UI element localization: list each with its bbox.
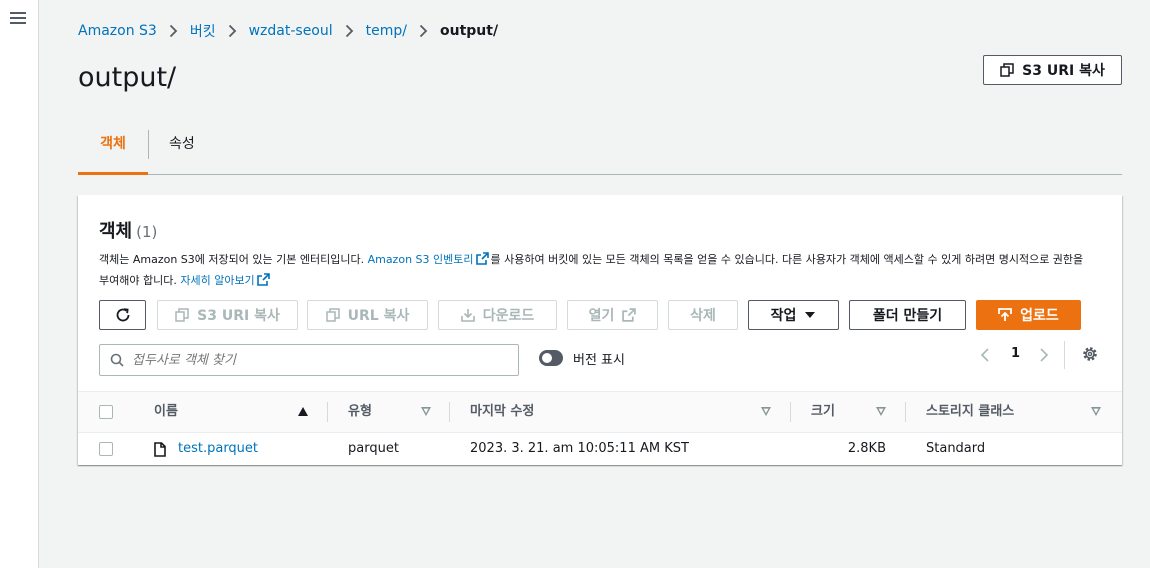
download-button[interactable]: 다운로드 xyxy=(438,300,557,330)
show-versions-label: 버전 표시 xyxy=(573,353,625,368)
column-header-storage-class[interactable]: 스토리지 클래스 xyxy=(926,392,1014,432)
column-header-name[interactable]: 이름 xyxy=(154,392,178,432)
show-versions-toggle[interactable] xyxy=(539,350,563,366)
object-storage-class-cell: Standard xyxy=(926,441,986,456)
download-label: 다운로드 xyxy=(482,308,535,324)
inventory-link[interactable]: Amazon S3 인벤토리 xyxy=(368,253,474,266)
delete-label: 삭제 xyxy=(690,308,716,324)
tab-properties[interactable]: 속성 xyxy=(169,128,195,174)
tab-divider xyxy=(148,130,149,159)
copy-url-button[interactable]: URL 복사 xyxy=(307,300,428,330)
chevron-right-icon xyxy=(419,24,428,38)
column-divider xyxy=(449,402,450,422)
column-header-last-modified[interactable]: 마지막 수정 xyxy=(470,392,534,432)
chevron-right-icon[interactable] xyxy=(1039,347,1049,363)
search-icon xyxy=(110,353,124,367)
copy-s3-uri-header-button[interactable]: S3 URI 복사 xyxy=(983,55,1122,85)
column-divider xyxy=(905,402,906,422)
object-last-modified-cell: 2023. 3. 21. am 10:05:11 AM KST xyxy=(470,441,689,456)
row-checkbox[interactable] xyxy=(99,442,113,456)
menu-icon[interactable] xyxy=(10,12,26,26)
download-icon xyxy=(460,309,475,322)
copy-icon xyxy=(175,308,189,322)
page-title: output/ xyxy=(78,62,177,93)
external-link-icon xyxy=(256,273,270,286)
select-all-checkbox[interactable] xyxy=(99,405,113,419)
copy-icon xyxy=(325,308,340,322)
objects-description: 객체는 Amazon S3에 저장되어 있는 기본 엔터티입니다. Amazon… xyxy=(99,249,1094,291)
breadcrumb: Amazon S3 버킷 wzdat-seoul temp/ output/ xyxy=(78,21,498,41)
chevron-right-icon xyxy=(169,24,178,38)
chevron-left-icon[interactable] xyxy=(980,347,990,363)
object-name-cell: test.parquet xyxy=(178,433,258,465)
sort-icon[interactable] xyxy=(761,407,771,416)
open-label: 열기 xyxy=(588,308,615,324)
left-nav xyxy=(0,0,39,568)
objects-panel: 객체 (1) 객체는 Amazon S3에 저장되어 있는 기본 엔터티입니다. … xyxy=(78,195,1122,465)
breadcrumb-current: output/ xyxy=(439,23,499,39)
file-icon xyxy=(154,442,166,457)
breadcrumb-item-s3[interactable]: Amazon S3 xyxy=(78,23,157,39)
table-header: 이름 유형 마지막 수정 크기 스토리지 클래스 xyxy=(78,391,1122,433)
caret-down-icon xyxy=(805,312,816,318)
tab-bar: 객체 속성 xyxy=(78,128,1122,175)
chevron-right-icon xyxy=(228,24,236,38)
upload-label: 업로드 xyxy=(1020,308,1059,324)
objects-title-text: 객체 xyxy=(99,221,133,242)
copy-s3-uri-header-label: S3 URI 복사 xyxy=(1022,63,1105,79)
delete-button[interactable]: 삭제 xyxy=(668,300,738,330)
page-number[interactable]: 1 xyxy=(1011,346,1020,361)
copy-s3-uri-label: S3 URI 복사 xyxy=(197,308,280,324)
column-divider xyxy=(790,402,791,422)
object-type-cell: parquet xyxy=(348,441,399,456)
objects-panel-title: 객체 (1) xyxy=(99,217,157,243)
open-button[interactable]: 열기 xyxy=(567,300,658,330)
external-link-icon xyxy=(475,252,489,265)
external-link-icon xyxy=(622,308,637,322)
search-input[interactable] xyxy=(132,345,512,375)
breadcrumb-item-bucket[interactable]: wzdat-seoul xyxy=(249,23,333,39)
gear-icon[interactable] xyxy=(1081,345,1099,363)
sort-icon[interactable] xyxy=(1091,407,1101,416)
main-content: Amazon S3 버킷 wzdat-seoul temp/ output/ o… xyxy=(39,0,1150,568)
copy-url-label: URL 복사 xyxy=(347,308,410,324)
pager-divider xyxy=(1064,341,1065,369)
actions-label: 작업 xyxy=(770,308,797,324)
upload-button[interactable]: 업로드 xyxy=(976,300,1081,330)
column-divider xyxy=(327,402,328,422)
tab-objects[interactable]: 객체 xyxy=(78,128,148,175)
create-folder-label: 폴더 만들기 xyxy=(872,308,943,324)
copy-s3-uri-button[interactable]: S3 URI 복사 xyxy=(157,300,298,330)
objects-count: (1) xyxy=(136,223,158,241)
sort-icon[interactable] xyxy=(421,407,431,416)
sort-ascending-icon[interactable] xyxy=(298,407,308,416)
actions-dropdown[interactable]: 작업 xyxy=(748,300,839,330)
sort-icon[interactable] xyxy=(876,407,886,416)
breadcrumb-item-temp[interactable]: temp/ xyxy=(366,23,407,39)
object-size-cell: 2.8KB xyxy=(847,441,886,456)
column-header-type[interactable]: 유형 xyxy=(348,392,372,432)
object-name-link[interactable]: test.parquet xyxy=(178,441,258,456)
chevron-right-icon xyxy=(345,24,353,38)
refresh-button[interactable] xyxy=(99,300,146,330)
refresh-icon xyxy=(116,308,129,322)
upload-icon xyxy=(998,308,1013,321)
description-text-1: 객체는 Amazon S3에 저장되어 있는 기본 엔터티입니다. xyxy=(99,253,368,266)
table-row: test.parquet parquet 2023. 3. 21. am 10:… xyxy=(78,433,1122,465)
breadcrumb-item-buckets[interactable]: 버킷 xyxy=(190,21,216,41)
learn-more-link[interactable]: 자세히 알아보기 xyxy=(180,274,254,287)
copy-icon xyxy=(1000,63,1014,77)
search-box xyxy=(99,344,519,376)
column-header-size[interactable]: 크기 xyxy=(811,392,835,432)
create-folder-button[interactable]: 폴더 만들기 xyxy=(849,300,966,330)
